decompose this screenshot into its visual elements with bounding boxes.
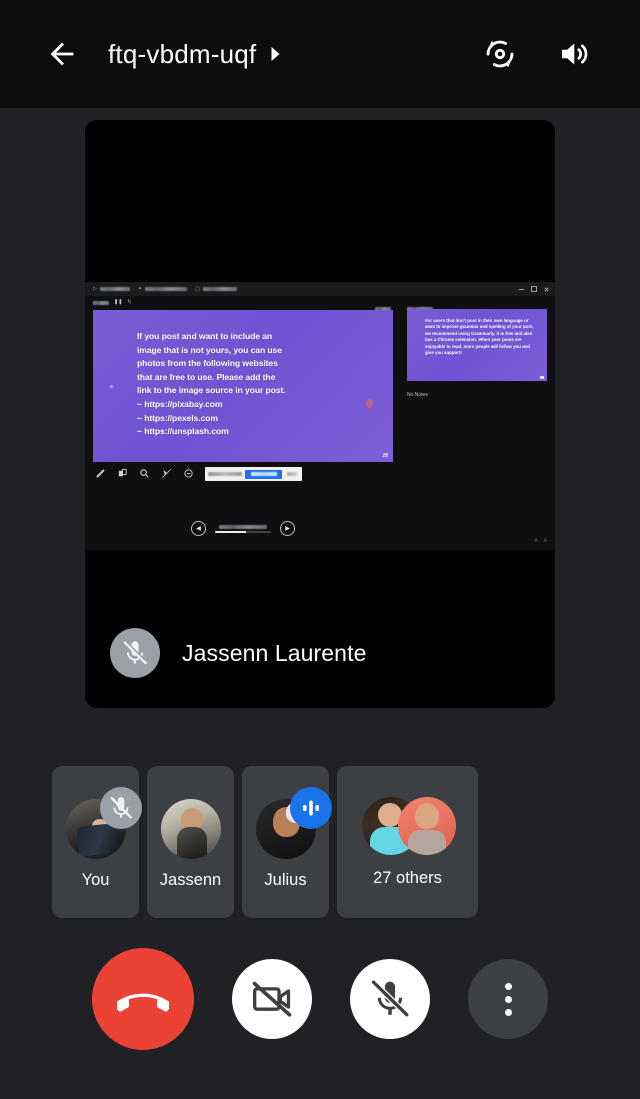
decrease-font-icon[interactable]: A — [534, 538, 537, 544]
window-tab-label — [202, 287, 237, 291]
shared-window-titlebar: ▷ ✦ ▢ — [85, 282, 555, 296]
avatar-wrap — [65, 786, 142, 859]
avatar — [160, 798, 221, 859]
toast-primary-button[interactable] — [245, 469, 282, 479]
presenter-cursor-icon — [366, 399, 373, 408]
speaker-notes-empty: No Notes — [407, 392, 428, 398]
end-call-icon — [117, 993, 169, 1012]
next-slide-page-badge — [540, 376, 544, 379]
notes-controls: A A — [534, 538, 547, 544]
progress-bar[interactable] — [215, 530, 271, 533]
minus-circle-icon[interactable] — [183, 468, 194, 479]
presenter-toolbar — [95, 468, 194, 479]
participant-name: You — [81, 870, 110, 889]
window-tab: ▷ — [93, 285, 130, 292]
current-slide-pane: ❚❚ ↻ If you post and want to include an … — [85, 296, 401, 550]
timer-value — [93, 300, 109, 305]
call-control-bar — [0, 948, 640, 1050]
slide-decoration — [110, 385, 113, 388]
back-button[interactable] — [34, 26, 90, 82]
end-call-button[interactable] — [92, 948, 194, 1050]
participant-tile-others[interactable]: 27 others — [337, 766, 478, 918]
screen-share-content: ▷ ✦ ▢ ❚❚ ↻ If you post and want to inclu… — [85, 282, 555, 550]
mic-off-icon — [370, 979, 410, 1018]
pause-icon: ❚❚ — [114, 299, 123, 305]
speaker-icon — [562, 43, 588, 65]
switch-camera-button[interactable] — [478, 32, 522, 76]
back-arrow-icon — [50, 42, 74, 66]
slide-page-number: 28 — [382, 453, 388, 459]
avatar-wrap — [160, 798, 221, 859]
avatar-wrap — [255, 786, 332, 859]
participant-name: Julius — [264, 870, 307, 889]
window-tab: ✦ — [137, 285, 188, 292]
mic-off-badge — [99, 786, 142, 829]
participant-strip: You Jassenn Julius 27 others — [52, 766, 588, 918]
window-tab-label — [99, 287, 130, 291]
pen-icon[interactable] — [95, 468, 106, 479]
participant-tile-you[interactable]: You — [52, 766, 142, 918]
active-speaker-name: Jassenn Laurente — [182, 639, 367, 666]
reset-icon: ↻ — [127, 299, 132, 305]
play-glyph-icon: ▷ — [93, 285, 97, 292]
window-tab-label — [145, 287, 188, 291]
participant-tile-jassenn[interactable]: Jassenn — [147, 766, 234, 918]
window-controls — [519, 286, 549, 292]
participant-name: 27 others — [373, 868, 442, 887]
mic-off-icon — [110, 796, 132, 818]
avatar — [397, 796, 456, 855]
main-video-stage[interactable]: ▷ ✦ ▢ ❚❚ ↻ If you post and want to inclu… — [85, 120, 555, 708]
previous-slide-button[interactable]: ◀ — [191, 521, 206, 536]
pointer-icon[interactable] — [161, 468, 172, 479]
mic-off-icon — [123, 640, 147, 665]
next-slide-pane: Next slide For users that don't post in … — [401, 296, 555, 550]
header-actions — [478, 32, 596, 76]
more-vertical-icon — [504, 982, 512, 1016]
participant-tile-julius[interactable]: Julius — [242, 766, 332, 918]
slide-progress-label — [219, 524, 267, 529]
presentation-timer: ❚❚ ↻ — [93, 300, 132, 305]
more-options-button[interactable] — [468, 959, 548, 1039]
maximize-icon — [531, 286, 537, 292]
app-header: ftq-vbdm-uqf — [0, 0, 640, 108]
close-icon — [544, 287, 549, 292]
mic-toggle-button[interactable] — [350, 959, 430, 1039]
avatar-group — [361, 796, 456, 857]
camera-off-icon — [252, 981, 292, 1017]
camera-toggle-button[interactable] — [232, 959, 312, 1039]
slide-progress — [215, 524, 271, 533]
next-slide-body-text: For users that don't post in their own l… — [425, 318, 534, 356]
minimize-icon — [519, 288, 524, 290]
note-glyph-icon: ▢ — [195, 285, 200, 292]
presenter-view: ❚❚ ↻ If you post and want to include an … — [85, 296, 555, 550]
speaker-button[interactable] — [552, 32, 596, 76]
switch-camera-icon — [486, 40, 514, 68]
meeting-title-button[interactable]: ftq-vbdm-uqf — [108, 39, 282, 70]
chevron-right-icon — [269, 46, 282, 62]
share-notification-toast — [205, 467, 302, 481]
window-tab: ▢ — [195, 285, 237, 292]
participant-name: Jassenn — [159, 870, 222, 889]
speaking-badge — [289, 786, 332, 829]
active-speaker-overlay: Jassenn Laurente — [85, 598, 555, 708]
stage-mic-off-badge — [110, 628, 160, 678]
meeting-code: ftq-vbdm-uqf — [108, 38, 257, 69]
slide-body-text: If you post and want to include an image… — [137, 331, 286, 437]
speaking-icon — [302, 800, 319, 815]
slide-canvas: If you post and want to include an image… — [93, 310, 393, 462]
laser-icon[interactable] — [117, 468, 128, 479]
next-slide-button[interactable]: ▶ — [280, 521, 295, 536]
toast-message — [208, 472, 242, 476]
toast-secondary-button[interactable] — [285, 472, 299, 476]
next-slide-thumbnail: For users that don't post in their own l… — [407, 309, 547, 381]
zoom-icon[interactable] — [139, 468, 150, 479]
slide-navigation: ◀ ▶ — [191, 521, 295, 536]
increase-font-icon[interactable]: A — [544, 538, 547, 544]
pointer-glyph-icon: ✦ — [137, 285, 143, 292]
